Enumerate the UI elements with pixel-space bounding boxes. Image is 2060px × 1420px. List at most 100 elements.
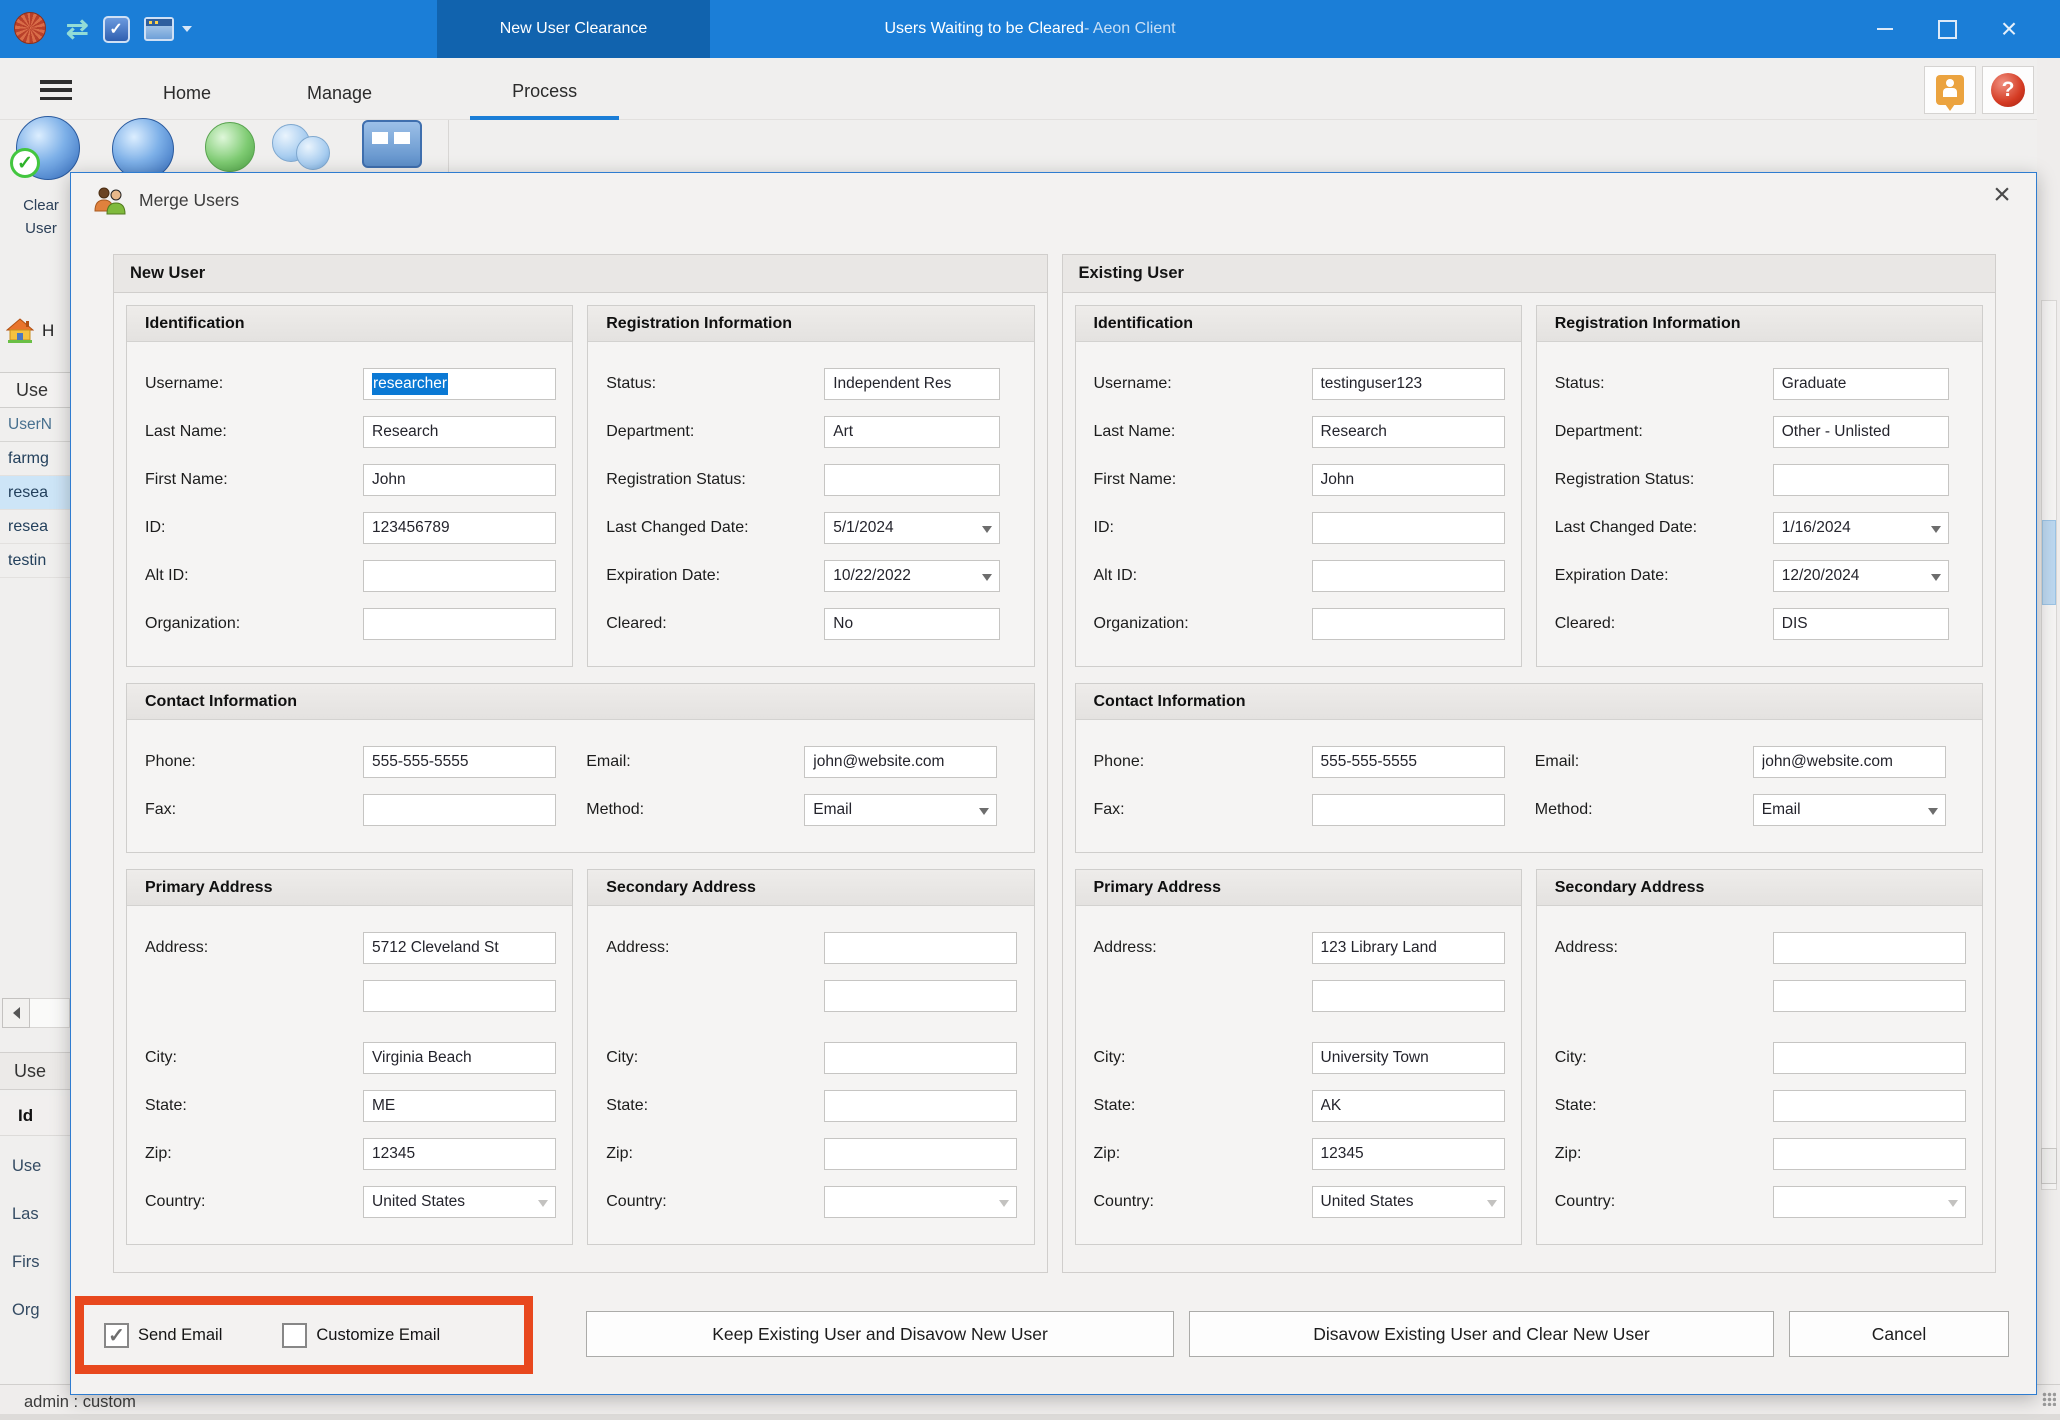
field-input[interactable] <box>363 980 556 1012</box>
field-input[interactable] <box>363 560 556 592</box>
table-row[interactable]: resea <box>0 476 70 510</box>
field-input[interactable]: Research <box>363 416 556 448</box>
globe-icon[interactable] <box>112 118 174 180</box>
clear-user-label[interactable]: Clear User <box>2 194 80 241</box>
field-input[interactable]: DIS <box>1773 608 1949 640</box>
field-input[interactable] <box>1773 1042 1966 1074</box>
ribbon-tab[interactable]: Process <box>470 66 619 120</box>
field-input[interactable] <box>1312 794 1505 826</box>
field-input[interactable] <box>824 980 1017 1012</box>
feedback-button[interactable] <box>1924 66 1976 114</box>
field-input[interactable]: Email <box>804 794 997 826</box>
field-input[interactable]: 123456789 <box>363 512 556 544</box>
field-input[interactable]: 1/16/2024 <box>1773 512 1949 544</box>
field-input[interactable]: John <box>363 464 556 496</box>
checkbox[interactable] <box>282 1323 307 1348</box>
field-input[interactable]: 555-555-5555 <box>363 746 556 778</box>
cancel-button[interactable]: Cancel <box>1789 1311 2009 1357</box>
field-input[interactable]: 123 Library Land <box>1312 932 1505 964</box>
two-circles-icon[interactable] <box>296 136 330 170</box>
window-panel-icon[interactable] <box>362 120 422 168</box>
field-input[interactable] <box>824 1042 1017 1074</box>
field-input[interactable] <box>1312 512 1505 544</box>
field-input[interactable] <box>824 1186 1017 1218</box>
field-input[interactable] <box>363 794 556 826</box>
field-input[interactable]: testinguser123 <box>1312 368 1505 400</box>
table-row[interactable]: testin <box>0 544 70 578</box>
field-input[interactable]: 10/22/2022 <box>824 560 1000 592</box>
document-tab[interactable]: New User Clearance <box>437 0 710 58</box>
field-input[interactable]: University Town <box>1312 1042 1505 1074</box>
field-input[interactable] <box>1773 1090 1966 1122</box>
field-input[interactable]: 12/20/2024 <box>1773 560 1949 592</box>
scroll-left-icon[interactable] <box>2 998 30 1028</box>
field-input[interactable]: 555-555-5555 <box>1312 746 1505 778</box>
window-menu-icon[interactable] <box>144 17 174 41</box>
field-input[interactable]: Other - Unlisted <box>1773 416 1949 448</box>
field-input[interactable]: 5712 Cleveland St <box>363 932 556 964</box>
home-panel-tab[interactable]: H <box>6 318 54 344</box>
maximize-button[interactable] <box>1916 0 1978 58</box>
keep-existing-user-button[interactable]: Keep Existing User and Disavow New User <box>586 1311 1174 1357</box>
field-input[interactable]: 12345 <box>363 1138 556 1170</box>
scrollbar-button[interactable] <box>2041 1148 2057 1184</box>
check-box-icon[interactable]: ✓ <box>103 16 130 43</box>
horizontal-scrollbar[interactable] <box>2 998 70 1028</box>
field-input[interactable]: Email <box>1753 794 1946 826</box>
vertical-scrollbar[interactable] <box>2041 300 2057 1190</box>
chevron-down-icon[interactable] <box>182 26 192 32</box>
field-input[interactable] <box>1773 980 1966 1012</box>
field-input[interactable] <box>363 608 556 640</box>
field-input[interactable] <box>1312 608 1505 640</box>
disavow-existing-user-button[interactable]: Disavow Existing User and Clear New User <box>1189 1311 1774 1357</box>
table-row[interactable]: UserN <box>0 408 70 442</box>
green-ball-icon[interactable] <box>205 122 255 172</box>
field-input[interactable]: John <box>1312 464 1505 496</box>
hamburger-icon[interactable] <box>40 80 72 100</box>
ribbon-tab[interactable]: Home <box>135 66 239 120</box>
scrollbar-track[interactable] <box>30 998 70 1028</box>
checkbox-row[interactable]: Send Email <box>104 1323 222 1348</box>
field-input[interactable] <box>1773 1138 1966 1170</box>
app-logo-icon[interactable] <box>14 12 46 44</box>
field-input[interactable] <box>1773 464 1949 496</box>
field-input[interactable]: ME <box>363 1090 556 1122</box>
field-input[interactable]: United States <box>1312 1186 1505 1218</box>
field-input[interactable]: Art <box>824 416 1000 448</box>
checkbox-row[interactable]: Customize Email <box>282 1323 440 1348</box>
field-input[interactable]: Independent Res <box>824 368 1000 400</box>
field-value: John <box>372 471 406 489</box>
close-window-button[interactable]: × <box>1978 0 2040 58</box>
dialog-titlebar: Merge Users <box>91 185 239 215</box>
field-input[interactable] <box>824 464 1000 496</box>
field-input[interactable]: researcher <box>363 368 556 400</box>
resize-grip[interactable] <box>2042 1392 2056 1406</box>
field-input[interactable]: No <box>824 608 1000 640</box>
minimize-button[interactable] <box>1854 0 1916 58</box>
field-input[interactable] <box>824 1138 1017 1170</box>
help-button[interactable]: ? <box>1982 66 2034 114</box>
field-input[interactable] <box>1773 932 1966 964</box>
panel-body: Identification Username: researcher <box>114 293 1047 1272</box>
field-input[interactable]: john@website.com <box>1753 746 1946 778</box>
field-input[interactable] <box>1312 980 1505 1012</box>
checkbox[interactable] <box>104 1323 129 1348</box>
field-input[interactable]: 5/1/2024 <box>824 512 1000 544</box>
field-input[interactable]: 12345 <box>1312 1138 1505 1170</box>
table-row[interactable]: resea <box>0 510 70 544</box>
field-input[interactable] <box>824 1090 1017 1122</box>
field-input[interactable]: United States <box>363 1186 556 1218</box>
field-input[interactable]: Research <box>1312 416 1505 448</box>
field-input[interactable] <box>824 932 1017 964</box>
table-row[interactable]: farmg <box>0 442 70 476</box>
field-input[interactable] <box>1312 560 1505 592</box>
dialog-close-button[interactable]: × <box>1984 177 2020 213</box>
field-input[interactable]: AK <box>1312 1090 1505 1122</box>
ribbon-tab[interactable]: Manage <box>279 66 400 120</box>
scrollbar-thumb[interactable] <box>2042 520 2056 605</box>
field-input[interactable] <box>1773 1186 1966 1218</box>
field-input[interactable]: Virginia Beach <box>363 1042 556 1074</box>
field-input[interactable]: Graduate <box>1773 368 1949 400</box>
sync-arrows-icon[interactable]: ⇄ <box>66 16 89 43</box>
field-input[interactable]: john@website.com <box>804 746 997 778</box>
